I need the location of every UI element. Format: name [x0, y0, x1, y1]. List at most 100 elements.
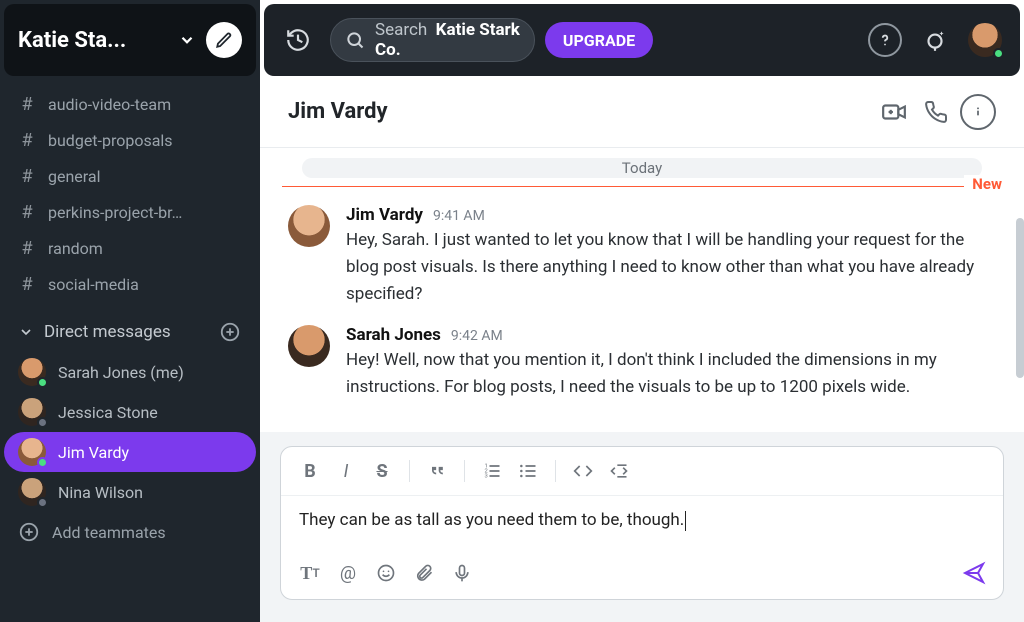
- new-messages-divider: New: [282, 186, 1002, 187]
- workspace-name: Katie Sta...: [18, 28, 168, 53]
- formatting-toggle-button[interactable]: TT: [295, 559, 325, 587]
- add-teammates-button[interactable]: Add teammates: [4, 512, 256, 552]
- presence-dot: [37, 457, 48, 468]
- plus-circle-icon: [18, 521, 40, 543]
- message-text: Hey! Well, now that you mention it, I do…: [346, 347, 996, 401]
- avatar: [288, 325, 330, 367]
- channel-label: general: [48, 167, 101, 186]
- channel-label: random: [48, 239, 103, 258]
- dm-item[interactable]: Nina Wilson: [4, 472, 256, 512]
- message-input-text: They can be as tall as you need them to …: [299, 510, 684, 530]
- chevron-down-icon: [18, 324, 34, 340]
- video-call-button[interactable]: [876, 94, 912, 130]
- conversation-header: Jim Vardy: [260, 76, 1024, 148]
- upgrade-button[interactable]: UPGRADE: [545, 22, 653, 58]
- hash-icon: #: [18, 94, 36, 115]
- channel-item[interactable]: # audio-video-team: [4, 86, 256, 122]
- dm-label: Nina Wilson: [58, 483, 143, 502]
- strike-button[interactable]: S: [367, 457, 397, 485]
- send-button[interactable]: [959, 559, 989, 587]
- scrollbar-thumb[interactable]: [1016, 218, 1024, 378]
- italic-button[interactable]: I: [331, 457, 361, 485]
- add-teammates-label: Add teammates: [52, 523, 166, 542]
- ordered-list-button[interactable]: 123: [477, 457, 507, 485]
- avatar: [18, 398, 46, 426]
- new-label: New: [964, 175, 1002, 193]
- compose-button[interactable]: [206, 22, 242, 58]
- composer-bottom-toolbar: TT @: [281, 551, 1003, 599]
- message-input[interactable]: They can be as tall as you need them to …: [281, 496, 1003, 551]
- code-block-button[interactable]: [604, 457, 634, 485]
- main-pane: Search Katie Stark Co. UPGRADE Jim Vardy: [260, 0, 1024, 622]
- add-dm-button[interactable]: [218, 320, 242, 344]
- bold-button[interactable]: B: [295, 457, 325, 485]
- avatar: [288, 205, 330, 247]
- quote-button[interactable]: [422, 457, 452, 485]
- dm-label: Sarah Jones (me): [58, 363, 184, 382]
- hash-icon: #: [18, 166, 36, 187]
- topbar: Search Katie Stark Co. UPGRADE: [264, 4, 1020, 76]
- dm-section-header[interactable]: Direct messages: [4, 312, 256, 352]
- svg-text:3: 3: [485, 474, 488, 480]
- user-menu[interactable]: [968, 23, 1002, 57]
- avatar: [18, 358, 46, 386]
- presence-dot: [37, 497, 48, 508]
- message-text: Hey, Sarah. I just wanted to let you kno…: [346, 227, 996, 309]
- channel-item[interactable]: # general: [4, 158, 256, 194]
- composer-area: B I S 123: [260, 432, 1024, 622]
- chevron-down-icon: [178, 31, 196, 49]
- dm-item[interactable]: Jessica Stone: [4, 392, 256, 432]
- composer: B I S 123: [280, 446, 1004, 600]
- channel-item[interactable]: # perkins-project-br…: [4, 194, 256, 230]
- workspace-switcher[interactable]: Katie Sta...: [4, 4, 256, 76]
- presence-dot: [993, 48, 1004, 59]
- text-caret: [685, 511, 686, 531]
- hash-icon: #: [18, 130, 36, 151]
- channel-item[interactable]: # random: [4, 230, 256, 266]
- message-author[interactable]: Sarah Jones: [346, 325, 441, 345]
- sidebar: Katie Sta... # audio-video-team # budget-pr…: [0, 0, 260, 622]
- search-input[interactable]: Search Katie Stark Co.: [330, 18, 535, 62]
- avatar: [18, 478, 46, 506]
- conversation-scroll[interactable]: Today New Jim Vardy 9:41 AM Hey, Sarah. I …: [260, 148, 1024, 432]
- channel-item[interactable]: # social-media: [4, 266, 256, 302]
- whats-new-button[interactable]: [918, 23, 952, 57]
- search-text: Search Katie Stark Co.: [375, 20, 528, 60]
- format-toolbar: B I S 123: [281, 447, 1003, 496]
- attach-button[interactable]: [409, 559, 439, 587]
- message-time: 9:42 AM: [451, 328, 503, 344]
- message: Jim Vardy 9:41 AM Hey, Sarah. I just wante…: [260, 199, 1024, 319]
- channel-label: audio-video-team: [48, 95, 171, 114]
- channel-label: social-media: [48, 275, 139, 294]
- mention-button[interactable]: @: [333, 559, 363, 587]
- dm-label: Jessica Stone: [58, 403, 158, 422]
- channel-item[interactable]: # budget-proposals: [4, 122, 256, 158]
- message-time: 9:41 AM: [433, 208, 485, 224]
- avatar: [18, 438, 46, 466]
- hash-icon: #: [18, 202, 36, 223]
- day-divider: Today: [302, 158, 982, 178]
- help-button[interactable]: [868, 23, 902, 57]
- dm-item[interactable]: Jim Vardy: [4, 432, 256, 472]
- sidebar-scroll[interactable]: # audio-video-team # budget-proposals # gener…: [0, 80, 260, 622]
- presence-dot: [37, 377, 48, 388]
- conversation-title: Jim Vardy: [288, 99, 870, 124]
- code-button[interactable]: [568, 457, 598, 485]
- hash-icon: #: [18, 274, 36, 295]
- app-root: Katie Sta... # audio-video-team # budget-pr…: [0, 0, 1024, 622]
- search-icon: [345, 30, 365, 50]
- hash-icon: #: [18, 238, 36, 259]
- audio-call-button[interactable]: [918, 94, 954, 130]
- channel-label: perkins-project-br…: [48, 203, 182, 222]
- info-button[interactable]: [960, 94, 996, 130]
- dm-label: Jim Vardy: [58, 443, 129, 462]
- history-button[interactable]: [282, 24, 314, 56]
- dm-section-title: Direct messages: [44, 322, 208, 342]
- emoji-button[interactable]: [371, 559, 401, 587]
- message-author[interactable]: Jim Vardy: [346, 205, 423, 225]
- voice-button[interactable]: [447, 559, 477, 587]
- bullet-list-button[interactable]: [513, 457, 543, 485]
- dm-item[interactable]: Sarah Jones (me): [4, 352, 256, 392]
- channel-label: budget-proposals: [48, 131, 173, 150]
- presence-dot: [37, 417, 48, 428]
